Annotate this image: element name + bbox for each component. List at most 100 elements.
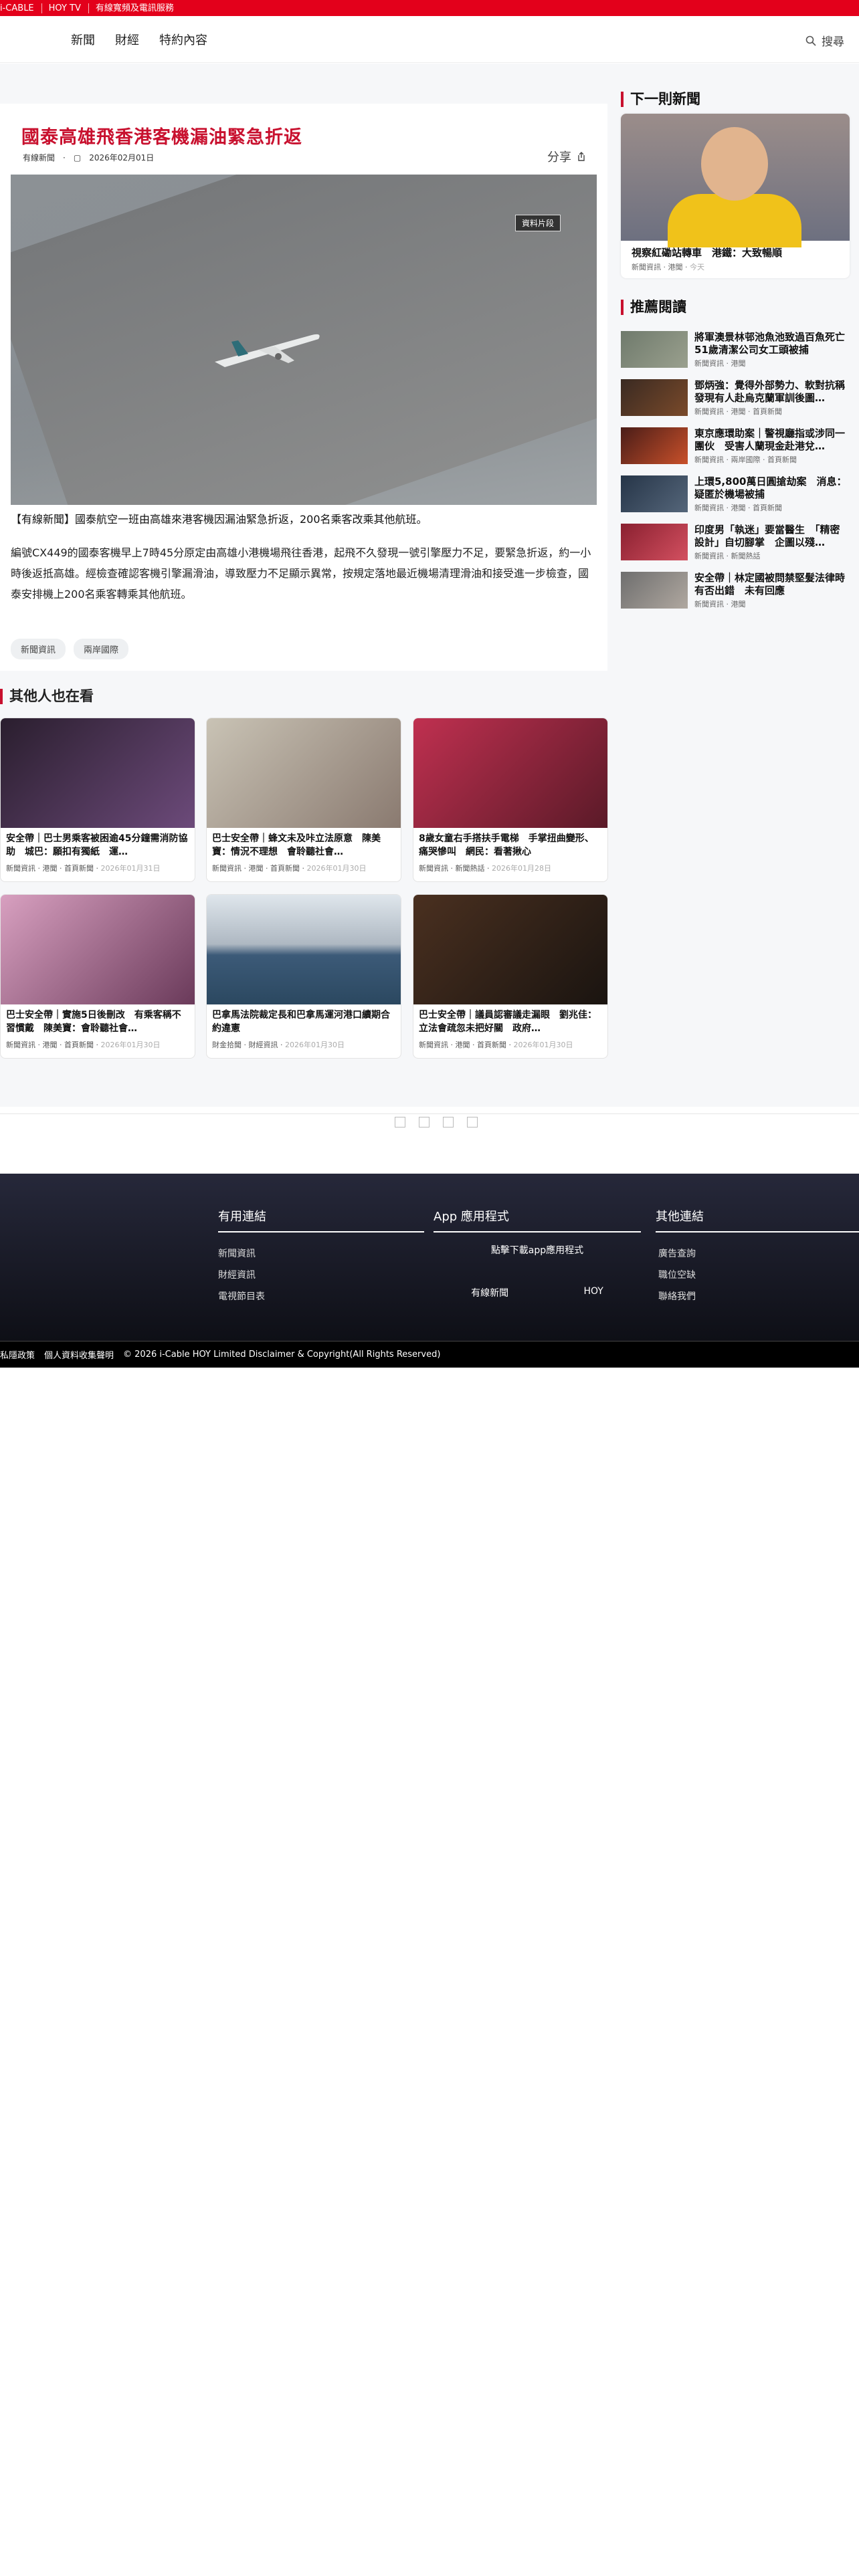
news-card[interactable]: 巴士安全帶｜實施5日後刪改 有乘客稱不習慣戴 陳美寶：會聆聽社會… 新聞資訊 ·…	[0, 894, 195, 1059]
rec-title: 東京應環助案｜警視廳指或涉同一團伙 受害人蘭現金赴港兌…	[694, 427, 846, 452]
topbar-link-hoytv[interactable]: HOY TV	[49, 3, 89, 13]
nav-item-special[interactable]: 特約內容	[159, 31, 207, 48]
card-image	[1, 895, 195, 1004]
article-date: 2026年02月01日	[89, 153, 155, 163]
footer-heading: App 應用程式	[434, 1207, 641, 1232]
card-date: 2026年01月30日	[306, 864, 367, 873]
app-link-hoy[interactable]: HOY	[583, 1286, 603, 1299]
search-button[interactable]: 搜尋	[805, 32, 844, 49]
list-item[interactable]: 安全帶｜林定國被問禁堅髮法律時有否出錯 未有回應 新聞資訊 · 港聞	[621, 572, 850, 619]
meta-section: 港聞	[668, 263, 683, 272]
list-item[interactable]: 鄧炳強：覺得外部勢力、軟對抗稱發現有人赴烏克蘭軍訓後圖… 新聞資訊 · 港聞 · …	[621, 379, 850, 426]
meta-category: 新聞資訊	[632, 263, 661, 272]
card-date: 2026年01月30日	[285, 1041, 345, 1049]
card-image	[1, 718, 195, 828]
footer-link[interactable]: 廣告查詢	[658, 1243, 859, 1265]
news-card[interactable]: 安全帶｜巴士男乘客被困逾45分鐘需消防協助 城巴：願扣有獨紙 運… 新聞資訊 ·…	[0, 718, 195, 882]
news-card[interactable]: 8歲女童右手搭扶手電梯 手掌扭曲變形、痛哭慘叫 網民：看著揪心 新聞資訊 · 新…	[413, 718, 608, 882]
footer-link[interactable]: 電視節目表	[218, 1286, 424, 1307]
list-item[interactable]: 上環5,800萬日圓搶劫案 消息：疑匿於機場被捕 新聞資訊 · 港聞 · 首頁新聞	[621, 475, 850, 522]
image-tag: 資料片段	[514, 215, 561, 231]
card-date: 2026年01月28日	[492, 864, 551, 873]
social-links	[395, 1117, 478, 1128]
card-date: 2026年01月30日	[513, 1041, 573, 1049]
next-news-image	[621, 114, 850, 247]
list-item[interactable]: 將軍澳景林邨池魚池致過百魚死亡 51歲清潔公司女工頭被捕 新聞資訊 · 港聞	[621, 331, 850, 378]
rec-title: 將軍澳景林邨池魚池致過百魚死亡 51歲清潔公司女工頭被捕	[694, 331, 848, 356]
search-label: 搜尋	[822, 35, 844, 49]
card-image	[207, 718, 401, 828]
tag-chip[interactable]: 新聞資訊	[11, 639, 66, 659]
calendar-icon: ▢	[73, 152, 82, 163]
thumbnail	[621, 572, 688, 609]
thumbnail	[621, 379, 688, 416]
footer-link[interactable]: 財經資訊	[218, 1265, 424, 1286]
site-footer: 有用連結 新聞資訊 財經資訊 電視節目表 App 應用程式 點擊下載app應用程…	[0, 1174, 859, 1341]
divider	[0, 1113, 859, 1114]
image-figure	[668, 194, 801, 247]
card-category: 財金拾聞 · 財經資訊	[212, 1041, 278, 1049]
card-image	[413, 718, 607, 828]
nav-item-finance[interactable]: 財經	[115, 31, 139, 48]
card-title: 8歲女童右手搭扶手電梯 手掌扭曲變形、痛哭慘叫 網民：看著揪心	[419, 833, 594, 857]
news-card[interactable]: 巴士安全帶｜蜂文未及咔立法原意 陳美寶：情況不理想 會聆聽社會… 新聞資訊 · …	[206, 718, 401, 882]
main-nav: 新聞 財經 特約內容	[71, 31, 207, 48]
rec-title: 上環5,800萬日圓搶劫案 消息：疑匿於機場被捕	[694, 475, 847, 500]
card-meta: 新聞資訊 · 港聞 · 首頁新聞 · 2026年01月30日	[212, 864, 367, 873]
share-icon	[578, 152, 585, 161]
card-title: 巴士安全帶｜議員認審議走漏眼 劉兆佳：立法會疏忽未把好關 政府…	[419, 1010, 597, 1034]
card-category: 新聞資訊 · 港聞 · 首頁新聞	[6, 864, 94, 873]
rec-meta: 新聞資訊 · 港聞 · 首頁新聞	[694, 407, 782, 416]
next-news-card[interactable]: 視察紅磡站轉車 港鐵：大致暢順 新聞資訊 · 港聞 · 今天	[621, 114, 850, 278]
footer-useful-links: 有用連結 新聞資訊 財經資訊 電視節目表	[218, 1207, 424, 1307]
footer-heading: 有用連結	[218, 1207, 424, 1232]
search-icon	[805, 35, 816, 46]
recommended-heading: 推薦閱讀	[621, 300, 850, 315]
article-hero-image: 資料片段	[11, 175, 597, 505]
card-category: 新聞資訊 · 港聞 · 首頁新聞	[419, 1041, 506, 1049]
card-image	[413, 895, 607, 1004]
article: 國泰高雄飛香港客機漏油緊急折返 有線新聞 · ▢ 2026年02月01日 分享 …	[0, 104, 607, 671]
top-utility-bar: i-CABLE HOY TV 有線寬頻及電訊服務	[0, 0, 859, 16]
social-icon[interactable]	[467, 1117, 478, 1128]
privacy-link[interactable]: 私隱政策	[0, 1348, 35, 1361]
card-meta: 新聞資訊 · 港聞 · 首頁新聞 · 2026年01月30日	[419, 1041, 573, 1049]
pics-link[interactable]: 個人資料收集聲明	[44, 1348, 114, 1361]
copyright-bar: 私隱政策 個人資料收集聲明 © 2026 i-Cable HOY Limited…	[0, 1341, 859, 1368]
footer-link[interactable]: 聯絡我們	[658, 1286, 859, 1307]
rec-title: 鄧炳強：覺得外部勢力、軟對抗稱發現有人赴烏克蘭軍訓後圖…	[694, 379, 846, 404]
article-source[interactable]: 有線新聞	[23, 152, 55, 163]
footer-link[interactable]: 新聞資訊	[218, 1243, 424, 1265]
social-icon[interactable]	[419, 1117, 430, 1128]
article-caption: 【有線新聞】國泰航空一班由高雄來港客機因漏油緊急折返，200名乘客改乘其他航班。	[11, 513, 427, 526]
list-item[interactable]: 印度男「執迷」要當醫生 「精密設計」自切腳掌 企圖以殘… 新聞資訊 · 新聞熱話	[621, 524, 850, 570]
card-meta: 新聞資訊 · 港聞 · 首頁新聞 · 2026年01月30日	[6, 1041, 161, 1049]
next-news-meta: 新聞資訊 · 港聞 · 今天	[632, 263, 704, 272]
airplane-icon	[215, 334, 320, 367]
footer-link[interactable]: 職位空缺	[658, 1265, 859, 1286]
app-download-label: 點擊下載app應用程式	[490, 1245, 584, 1256]
nav-item-news[interactable]: 新聞	[71, 31, 95, 48]
list-item[interactable]: 東京應環助案｜警視廳指或涉同一團伙 受害人蘭現金赴港兌… 新聞資訊 · 兩岸國際 …	[621, 427, 850, 474]
thumbnail	[621, 427, 688, 464]
copyright-text: © 2026 i-Cable HOY Limited Disclaimer & …	[123, 1350, 441, 1360]
app-link-cable-news[interactable]: 有線新聞	[471, 1286, 508, 1299]
card-meta: 新聞資訊 · 新聞熱話 · 2026年01月28日	[419, 864, 551, 873]
topbar-link-broadband[interactable]: 有線寬頻及電訊服務	[96, 3, 181, 13]
rec-meta: 新聞資訊 · 港聞	[694, 600, 746, 609]
news-card[interactable]: 巴士安全帶｜議員認審議走漏眼 劉兆佳：立法會疏忽未把好關 政府… 新聞資訊 · …	[413, 894, 608, 1059]
topbar-link-icable[interactable]: i-CABLE	[0, 3, 42, 13]
article-body: 編號CX449的國泰客機早上7時45分原定由高雄小港機場飛往香港，起飛不久發現一…	[11, 546, 591, 601]
rec-title: 印度男「執迷」要當醫生 「精密設計」自切腳掌 企圖以殘…	[694, 524, 840, 548]
tag-chip[interactable]: 兩岸國際	[74, 639, 129, 659]
meta-separator: ·	[63, 152, 66, 163]
news-card[interactable]: 巴拿馬法院裁定長和巴拿馬運河港口續期合約違憲 財金拾聞 · 財經資訊 · 202…	[206, 894, 401, 1059]
site-logo[interactable]	[0, 26, 59, 53]
article-title: 國泰高雄飛香港客機漏油緊急折返	[21, 127, 302, 148]
share-button[interactable]: 分享	[547, 148, 586, 165]
image-face	[701, 127, 768, 201]
social-icon[interactable]	[395, 1117, 405, 1128]
footer-other-links: 其他連結 廣告查詢 職位空缺 聯絡我們	[656, 1207, 859, 1307]
footer-app: App 應用程式 點擊下載app應用程式 有線新聞 HOY	[434, 1207, 641, 1299]
social-icon[interactable]	[443, 1117, 454, 1128]
